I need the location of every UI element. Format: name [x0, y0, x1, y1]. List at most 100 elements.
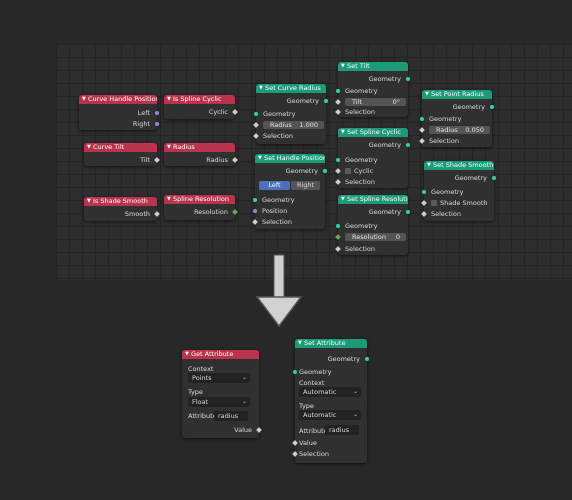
radius-field[interactable]: Radius 1.000	[263, 121, 324, 129]
output-geometry-socket[interactable]	[406, 143, 410, 147]
node-header[interactable]: ▼ Spline Resolution	[164, 195, 235, 204]
node-get-attribute[interactable]: ▼ Get Attribute Context Points ⌄ Type Floa…	[182, 350, 262, 438]
node-set-shade-smooth[interactable]: ▼ Set Shade Smooth Geometry Geometry Shad…	[421, 161, 496, 221]
input-selection-label: Selection	[431, 210, 461, 218]
input-value-socket[interactable]	[292, 440, 298, 446]
input-geometry-socket[interactable]	[422, 190, 426, 194]
output-geometry-socket[interactable]	[406, 77, 410, 81]
node-header[interactable]: ▼ Set Point Radius	[422, 90, 492, 99]
node-is-shade-smooth[interactable]: ▼ Is Shade Smooth Smooth	[84, 197, 160, 221]
node-header[interactable]: ▼ Set Shade Smooth	[424, 161, 494, 170]
output-geometry-label: Geometry	[286, 97, 319, 105]
radius-field[interactable]: Radius 0.050	[429, 126, 490, 134]
collapse-icon[interactable]: ▼	[185, 350, 189, 359]
output-left-socket[interactable]	[155, 111, 159, 115]
node-spline-resolution[interactable]: ▼ Spline Resolution Resolution	[164, 195, 238, 220]
type-dropdown[interactable]: Float ⌄	[188, 397, 250, 407]
input-selection-socket[interactable]	[292, 451, 298, 457]
node-header[interactable]: ▼ Is Shade Smooth	[84, 197, 157, 206]
collapse-icon[interactable]: ▼	[82, 95, 86, 104]
collapse-icon[interactable]: ▼	[259, 84, 263, 93]
input-geometry-label: Geometry	[345, 156, 378, 164]
collapse-icon[interactable]: ▼	[425, 90, 429, 99]
context-dropdown[interactable]: Points ⌄	[188, 373, 250, 383]
type-dropdown[interactable]: Automatic ⌄	[299, 410, 361, 420]
node-is-spline-cyclic[interactable]: ▼ Is Spline Cyclic Cyclic	[164, 95, 238, 119]
input-geometry-socket[interactable]	[336, 224, 340, 228]
output-geometry-label: Geometry	[368, 75, 401, 83]
collapse-icon[interactable]: ▼	[167, 195, 171, 204]
tilt-field[interactable]: Tilt 0°	[345, 98, 406, 106]
node-radius[interactable]: ▼ Radius Radius	[164, 143, 238, 166]
resolution-field[interactable]: Resolution 0	[345, 233, 406, 241]
mode-right-toggle[interactable]: Right	[291, 181, 320, 190]
collapse-icon[interactable]: ▼	[87, 143, 91, 152]
input-geometry-socket[interactable]	[253, 198, 257, 202]
node-set-attribute[interactable]: ▼ Set Attribute Geometry Geometry Context…	[292, 339, 369, 463]
shade-smooth-label: Shade Smooth	[440, 199, 488, 207]
node-set-spline-cyclic[interactable]: ▼ Set Spline Cyclic Geometry Geometry Cyc…	[335, 128, 410, 188]
input-geometry-label: Geometry	[263, 110, 296, 118]
node-header[interactable]: ▼ Curve Tilt	[84, 143, 157, 152]
type-label: Type	[299, 402, 314, 410]
mode-left-toggle[interactable]: Left	[259, 181, 290, 190]
node-set-point-radius[interactable]: ▼ Set Point Radius Geometry Geometry Radi…	[419, 90, 494, 147]
output-geometry-socket[interactable]	[323, 169, 327, 173]
output-geometry-socket[interactable]	[490, 105, 494, 109]
input-geometry-label: Geometry	[345, 87, 378, 95]
type-label: Type	[188, 388, 203, 396]
output-right-socket[interactable]	[155, 122, 159, 126]
collapse-icon[interactable]: ▼	[258, 154, 262, 163]
output-geometry-socket[interactable]	[324, 99, 328, 103]
node-header[interactable]: ▼ Get Attribute	[182, 350, 259, 359]
collapse-icon[interactable]: ▼	[341, 62, 345, 71]
node-header[interactable]: ▼ Is Spline Cyclic	[164, 95, 235, 104]
input-geometry-socket[interactable]	[293, 370, 297, 374]
collapse-icon[interactable]: ▼	[427, 161, 431, 170]
node-set-handle-positions[interactable]: ▼ Set Handle Positions Geometry Left Righ…	[252, 154, 327, 229]
output-left-label: Left	[137, 109, 150, 117]
input-geometry-socket[interactable]	[254, 112, 258, 116]
node-curve-tilt[interactable]: ▼ Curve Tilt Tilt	[84, 143, 160, 166]
input-selection-label: Selection	[263, 132, 293, 140]
collapse-icon[interactable]: ▼	[341, 128, 345, 137]
cyclic-checkbox[interactable]	[345, 168, 351, 174]
node-set-spline-resolution[interactable]: ▼Set Spline Resolution Geometry Geometry…	[335, 195, 410, 255]
node-header[interactable]: ▼ Set Attribute	[295, 339, 367, 348]
node-header[interactable]: ▼Set Spline Resolution	[338, 195, 408, 204]
attribute-name-field[interactable]: radius	[325, 425, 359, 435]
collapse-icon[interactable]: ▼	[87, 197, 91, 206]
output-tilt-label: Tilt	[140, 156, 150, 164]
input-geometry-socket[interactable]	[336, 158, 340, 162]
input-position-socket[interactable]	[253, 209, 257, 213]
node-set-curve-radius[interactable]: ▼ Set Curve Radius Geometry Geometry Radi…	[253, 84, 328, 144]
node-set-tilt[interactable]: ▼ Set Tilt Geometry Geometry Tilt 0° Selec…	[335, 62, 410, 117]
shade-smooth-checkbox[interactable]	[431, 200, 437, 206]
input-geometry-socket[interactable]	[420, 117, 424, 121]
attribute-name-field[interactable]: radius	[214, 411, 248, 421]
node-curve-handle-positions[interactable]: ▼ Curve Handle Positions Left Right	[79, 95, 159, 130]
node-header[interactable]: ▼ Curve Handle Positions	[79, 95, 157, 104]
input-geometry-label: Geometry	[345, 222, 378, 230]
attribute-label: Attribute	[188, 412, 217, 420]
collapse-icon[interactable]: ▼	[167, 95, 171, 104]
output-geometry-socket[interactable]	[492, 176, 496, 180]
input-geometry-socket[interactable]	[336, 89, 340, 93]
node-header[interactable]: ▼ Radius	[164, 143, 235, 152]
output-geometry-label: Geometry	[454, 174, 487, 182]
output-value-label: Value	[234, 426, 252, 434]
output-geometry-socket[interactable]	[365, 357, 369, 361]
output-value-socket[interactable]	[256, 427, 262, 433]
node-header[interactable]: ▼ Set Tilt	[338, 62, 408, 71]
output-geometry-label: Geometry	[368, 208, 401, 216]
input-selection-label: Selection	[429, 137, 459, 145]
collapse-icon[interactable]: ▼	[341, 195, 345, 204]
collapse-icon[interactable]: ▼	[298, 339, 302, 348]
input-selection-label: Selection	[262, 218, 292, 226]
output-geometry-socket[interactable]	[406, 210, 410, 214]
node-header[interactable]: ▼ Set Curve Radius	[256, 84, 326, 93]
node-header[interactable]: ▼ Set Spline Cyclic	[338, 128, 408, 137]
collapse-icon[interactable]: ▼	[167, 143, 171, 152]
context-dropdown[interactable]: Automatic ⌄	[299, 387, 361, 397]
node-header[interactable]: ▼ Set Handle Positions	[255, 154, 325, 163]
